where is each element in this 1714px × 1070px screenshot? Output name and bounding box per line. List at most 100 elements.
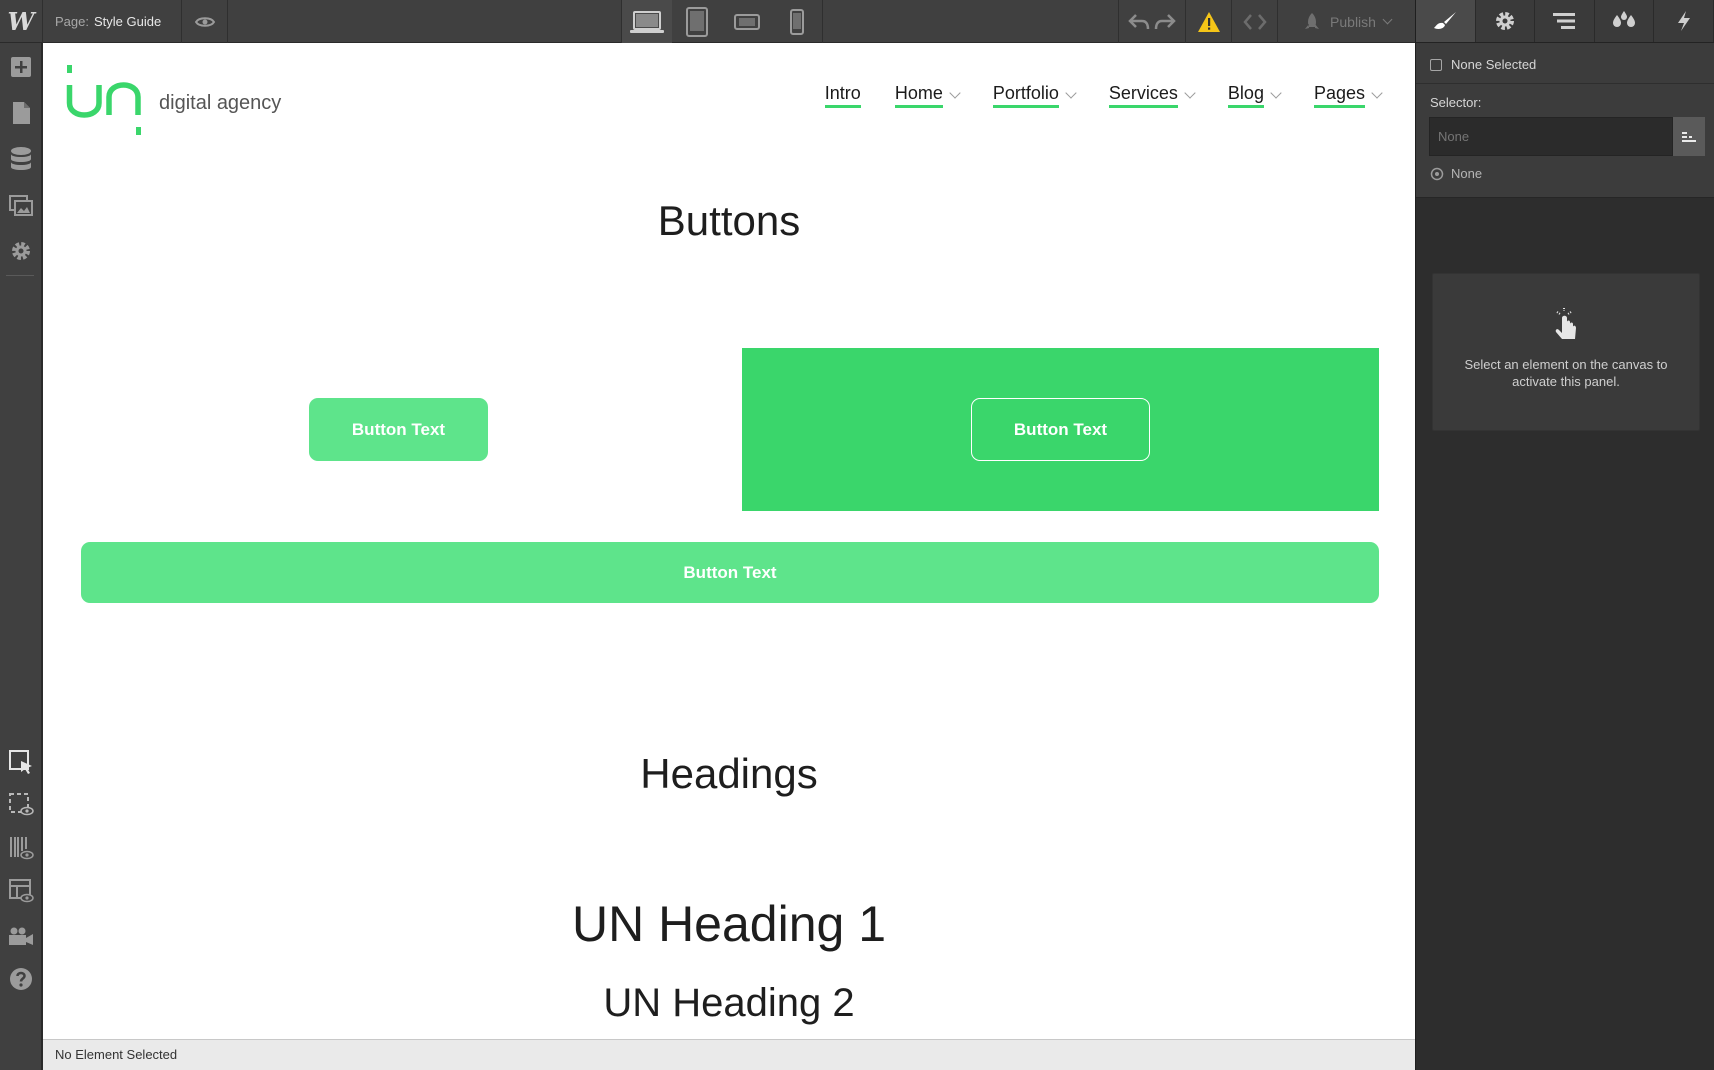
tab-interactions[interactable] bbox=[1654, 0, 1714, 42]
target-icon bbox=[1430, 167, 1444, 180]
publish-button[interactable]: Publish bbox=[1278, 0, 1415, 43]
chevron-down-icon bbox=[1371, 86, 1383, 99]
page-icon bbox=[13, 102, 30, 124]
tablet-icon bbox=[686, 6, 708, 37]
status-bar: No Element Selected bbox=[43, 1039, 1415, 1070]
selector-input[interactable] bbox=[1429, 117, 1673, 156]
selector-state[interactable]: None bbox=[1430, 166, 1482, 181]
designer-canvas[interactable]: digital agency Intro Home Portfolio Service… bbox=[43, 43, 1415, 1039]
nav-item-home[interactable]: Home bbox=[894, 83, 961, 108]
undo-icon[interactable] bbox=[1128, 13, 1150, 31]
nav-item-pages[interactable]: Pages bbox=[1313, 83, 1383, 108]
none-selected-checkbox[interactable] bbox=[1430, 58, 1442, 71]
add-panel-button[interactable] bbox=[0, 47, 42, 87]
help-button[interactable] bbox=[0, 959, 42, 999]
mobile-landscape-view-button[interactable] bbox=[722, 0, 772, 43]
page-selector[interactable]: Page: Style Guide bbox=[43, 0, 182, 43]
panel-tabs bbox=[1416, 0, 1714, 43]
style-panel: None Selected Selector: None Select an e… bbox=[1415, 0, 1714, 1070]
plus-square-icon bbox=[11, 57, 31, 77]
page-name: Style Guide bbox=[93, 14, 162, 29]
brand-tagline: digital agency bbox=[159, 91, 282, 114]
nav-item-portfolio[interactable]: Portfolio bbox=[992, 83, 1077, 108]
dashed-box-eye-icon bbox=[9, 793, 34, 816]
selector-options-button[interactable] bbox=[1673, 117, 1705, 156]
heading-2-sample: UN Heading 2 bbox=[603, 981, 855, 1025]
lightning-bolt-icon bbox=[1677, 11, 1690, 31]
page-label: Page: bbox=[55, 14, 89, 29]
tab-navigator[interactable] bbox=[1535, 0, 1595, 42]
nav-item-intro[interactable]: Intro bbox=[824, 83, 861, 108]
phone-landscape-icon bbox=[734, 13, 760, 30]
tab-style[interactable] bbox=[1416, 0, 1476, 42]
full-width-button[interactable]: Button Text bbox=[81, 542, 1379, 603]
settings-panel-button[interactable] bbox=[0, 231, 42, 271]
selector-list-icon bbox=[1682, 131, 1696, 142]
divider bbox=[1416, 83, 1714, 84]
headings-section-title: Headings bbox=[640, 750, 818, 797]
tab-swatches[interactable] bbox=[1595, 0, 1655, 42]
tablet-view-button[interactable] bbox=[672, 0, 722, 43]
gear-icon bbox=[1495, 12, 1514, 30]
export-code-button[interactable] bbox=[1232, 0, 1278, 43]
preview-button[interactable] bbox=[182, 0, 228, 43]
pointer-click-icon bbox=[1555, 308, 1576, 339]
heading-1-sample: UN Heading 1 bbox=[571, 896, 887, 952]
audit-warning-button[interactable] bbox=[1186, 0, 1232, 43]
chevron-down-icon bbox=[1184, 86, 1196, 99]
selector-state-label: None bbox=[1451, 166, 1483, 181]
none-selected-row[interactable]: None Selected bbox=[1430, 57, 1536, 72]
nav-item-services[interactable]: Services bbox=[1108, 83, 1196, 108]
none-selected-label: None Selected bbox=[1451, 57, 1537, 72]
select-tool-button[interactable] bbox=[0, 742, 42, 782]
cms-panel-button[interactable] bbox=[0, 139, 42, 179]
preview-layout-button[interactable] bbox=[0, 871, 42, 911]
nav-label: Services bbox=[1108, 83, 1178, 108]
selector-label: Selector: bbox=[1430, 95, 1482, 110]
nav-label: Blog bbox=[1227, 83, 1264, 108]
device-switcher bbox=[621, 0, 823, 43]
mobile-portrait-view-button[interactable] bbox=[772, 0, 822, 43]
code-brackets-icon bbox=[1242, 13, 1267, 30]
gear-icon bbox=[12, 242, 30, 260]
empty-state-message: Select an element on the canvas to activ… bbox=[1464, 357, 1668, 389]
buttons-section-title: Buttons bbox=[657, 197, 801, 244]
chevron-down-icon bbox=[1270, 86, 1282, 99]
un-logo-icon bbox=[66, 65, 141, 135]
selector-section: None Selected Selector: None bbox=[1416, 43, 1714, 198]
video-tutorials-button[interactable] bbox=[0, 916, 42, 956]
primary-button[interactable]: Button Text bbox=[309, 398, 488, 461]
nav-label: Home bbox=[894, 83, 943, 108]
assets-panel-button[interactable] bbox=[0, 186, 42, 226]
publish-label: Publish bbox=[1330, 13, 1376, 30]
redo-icon[interactable] bbox=[1154, 13, 1176, 31]
phone-portrait-icon bbox=[790, 8, 804, 35]
x-ray-mode-button[interactable] bbox=[0, 828, 42, 868]
show-element-edges-button[interactable] bbox=[0, 785, 42, 825]
nav-label: Pages bbox=[1313, 83, 1365, 108]
webflow-logo[interactable]: W bbox=[0, 0, 43, 43]
desktop-view-button[interactable] bbox=[622, 0, 672, 43]
left-tool-bar bbox=[0, 43, 42, 1070]
chevron-down-icon bbox=[949, 86, 961, 99]
chevron-down-icon bbox=[1382, 14, 1393, 25]
nav-item-blog[interactable]: Blog bbox=[1227, 83, 1282, 108]
nav-label: Intro bbox=[824, 83, 861, 108]
brand-link[interactable]: digital agency bbox=[66, 65, 281, 137]
paint-brush-icon bbox=[1434, 12, 1457, 29]
empty-state-card: Select an element on the canvas to activ… bbox=[1432, 273, 1700, 431]
select-cursor-icon bbox=[9, 750, 32, 774]
tab-settings[interactable] bbox=[1476, 0, 1536, 42]
eye-icon bbox=[194, 16, 215, 27]
warning-icon bbox=[1197, 11, 1220, 32]
navigator-icon bbox=[1553, 13, 1576, 29]
nav-label: Portfolio bbox=[992, 83, 1059, 108]
pages-panel-button[interactable] bbox=[0, 93, 42, 133]
rocket-icon bbox=[1305, 12, 1320, 29]
chevron-down-icon bbox=[1065, 86, 1077, 99]
outline-button[interactable]: Button Text bbox=[971, 398, 1150, 461]
images-icon bbox=[9, 195, 33, 216]
droplets-icon bbox=[1613, 11, 1636, 27]
top-toolbar: W Page: Style Guide Publish bbox=[0, 0, 1415, 43]
undo-redo-group bbox=[1118, 0, 1186, 43]
